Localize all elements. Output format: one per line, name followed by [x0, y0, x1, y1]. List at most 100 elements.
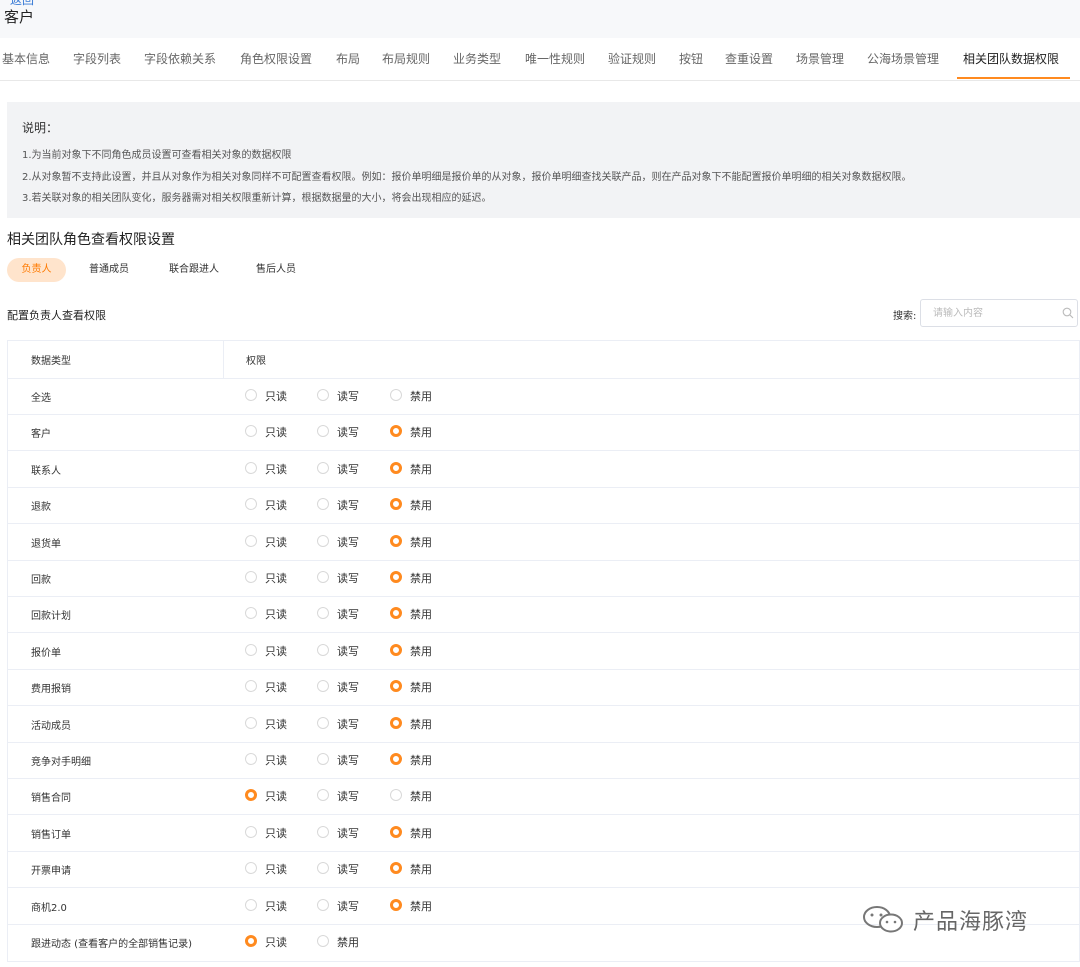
- radio-button[interactable]: [245, 898, 257, 911]
- radio-button[interactable]: [390, 825, 402, 838]
- permission-option[interactable]: 禁用: [390, 524, 450, 560]
- radio-button[interactable]: [245, 753, 257, 765]
- permission-option[interactable]: 禁用: [390, 815, 450, 851]
- permission-option[interactable]: 读写: [317, 778, 377, 814]
- permission-option[interactable]: 读写: [317, 888, 377, 924]
- permission-option[interactable]: 只读: [245, 524, 305, 560]
- tab-validation-rules[interactable]: 验证规则: [608, 50, 656, 67]
- radio-button[interactable]: [390, 898, 402, 911]
- radio-button[interactable]: [245, 643, 257, 656]
- search-icon[interactable]: [1062, 307, 1074, 319]
- role-tab-owner[interactable]: 负责人: [7, 258, 66, 282]
- radio-button[interactable]: [317, 789, 329, 802]
- permission-option[interactable]: 只读: [245, 414, 305, 450]
- permission-option[interactable]: 读写: [317, 633, 377, 669]
- radio-button[interactable]: [245, 571, 257, 583]
- permission-option[interactable]: 只读: [245, 851, 305, 887]
- permission-option[interactable]: 只读: [245, 633, 305, 669]
- radio-button[interactable]: [390, 680, 402, 693]
- permission-option[interactable]: 读写: [317, 669, 377, 705]
- permission-option[interactable]: 只读: [245, 560, 305, 596]
- radio-button[interactable]: [245, 389, 257, 401]
- radio-button[interactable]: [390, 534, 402, 547]
- permission-option[interactable]: 只读: [245, 378, 305, 414]
- radio-button[interactable]: [245, 607, 257, 620]
- radio-button[interactable]: [390, 789, 402, 802]
- radio-button[interactable]: [390, 461, 402, 474]
- permission-option[interactable]: 只读: [245, 451, 305, 487]
- permission-option[interactable]: 读写: [317, 851, 377, 887]
- radio-button[interactable]: [317, 753, 329, 765]
- permission-option[interactable]: 禁用: [390, 851, 450, 887]
- permission-option[interactable]: 只读: [245, 669, 305, 705]
- tab-duplicate-check[interactable]: 查重设置: [725, 50, 773, 67]
- tab-basic-info[interactable]: 基本信息: [2, 50, 50, 67]
- radio-button[interactable]: [245, 825, 257, 838]
- radio-button[interactable]: [317, 716, 329, 729]
- radio-button[interactable]: [390, 716, 402, 729]
- radio-button[interactable]: [390, 753, 402, 765]
- permission-option[interactable]: 读写: [317, 742, 377, 778]
- tab-uniqueness-rules[interactable]: 唯一性规则: [525, 50, 585, 67]
- role-tab-member[interactable]: 普通成员: [78, 258, 140, 282]
- permission-option[interactable]: 禁用: [390, 742, 450, 778]
- radio-button[interactable]: [317, 498, 329, 511]
- permission-option[interactable]: 只读: [245, 742, 305, 778]
- tab-role-permissions[interactable]: 角色权限设置: [240, 50, 312, 67]
- permission-option[interactable]: 禁用: [390, 378, 450, 414]
- permission-option[interactable]: 禁用: [390, 414, 450, 450]
- tab-scene-management[interactable]: 场景管理: [796, 50, 844, 67]
- permission-option[interactable]: 读写: [317, 524, 377, 560]
- permission-option[interactable]: 禁用: [390, 669, 450, 705]
- permission-option[interactable]: 禁用: [390, 596, 450, 632]
- permission-option[interactable]: 读写: [317, 487, 377, 523]
- permission-option[interactable]: 禁用: [390, 451, 450, 487]
- permission-option[interactable]: 读写: [317, 560, 377, 596]
- permission-option[interactable]: 读写: [317, 596, 377, 632]
- permission-option[interactable]: 读写: [317, 706, 377, 742]
- radio-button[interactable]: [317, 862, 329, 875]
- radio-button[interactable]: [390, 425, 402, 438]
- radio-button[interactable]: [317, 935, 329, 947]
- permission-option[interactable]: 读写: [317, 815, 377, 851]
- permission-option[interactable]: 禁用: [390, 560, 450, 596]
- radio-button[interactable]: [317, 825, 329, 838]
- radio-button[interactable]: [317, 898, 329, 911]
- permission-option[interactable]: 禁用: [390, 487, 450, 523]
- radio-button[interactable]: [245, 935, 257, 947]
- tab-layout[interactable]: 布局: [336, 50, 360, 67]
- tab-field-dependencies[interactable]: 字段依赖关系: [144, 50, 216, 67]
- role-tab-co-follower[interactable]: 联合跟进人: [158, 258, 230, 282]
- permission-option[interactable]: 禁用: [317, 924, 377, 960]
- radio-button[interactable]: [317, 534, 329, 547]
- permission-option[interactable]: 只读: [245, 706, 305, 742]
- permission-option[interactable]: 读写: [317, 414, 377, 450]
- permission-option[interactable]: 只读: [245, 596, 305, 632]
- permission-option[interactable]: 禁用: [390, 888, 450, 924]
- permission-option[interactable]: 读写: [317, 378, 377, 414]
- radio-button[interactable]: [317, 680, 329, 693]
- permission-option[interactable]: 禁用: [390, 778, 450, 814]
- radio-button[interactable]: [245, 680, 257, 693]
- radio-button[interactable]: [317, 571, 329, 583]
- permission-option[interactable]: 禁用: [390, 633, 450, 669]
- permission-option[interactable]: 只读: [245, 778, 305, 814]
- radio-button[interactable]: [245, 789, 257, 802]
- permission-option[interactable]: 只读: [245, 815, 305, 851]
- radio-button[interactable]: [317, 607, 329, 620]
- tab-pool-scene-management[interactable]: 公海场景管理: [867, 50, 939, 67]
- tab-related-team-permissions[interactable]: 相关团队数据权限: [963, 50, 1059, 67]
- permission-option[interactable]: 禁用: [390, 706, 450, 742]
- radio-button[interactable]: [317, 643, 329, 656]
- permission-option[interactable]: 只读: [245, 487, 305, 523]
- tab-field-list[interactable]: 字段列表: [73, 50, 121, 67]
- radio-button[interactable]: [390, 498, 402, 511]
- radio-button[interactable]: [390, 643, 402, 656]
- tab-buttons[interactable]: 按钮: [679, 50, 703, 67]
- radio-button[interactable]: [390, 389, 402, 401]
- radio-button[interactable]: [317, 461, 329, 474]
- tab-layout-rules[interactable]: 布局规则: [382, 50, 430, 67]
- permission-option[interactable]: 只读: [245, 924, 305, 960]
- radio-button[interactable]: [245, 461, 257, 474]
- radio-button[interactable]: [390, 607, 402, 620]
